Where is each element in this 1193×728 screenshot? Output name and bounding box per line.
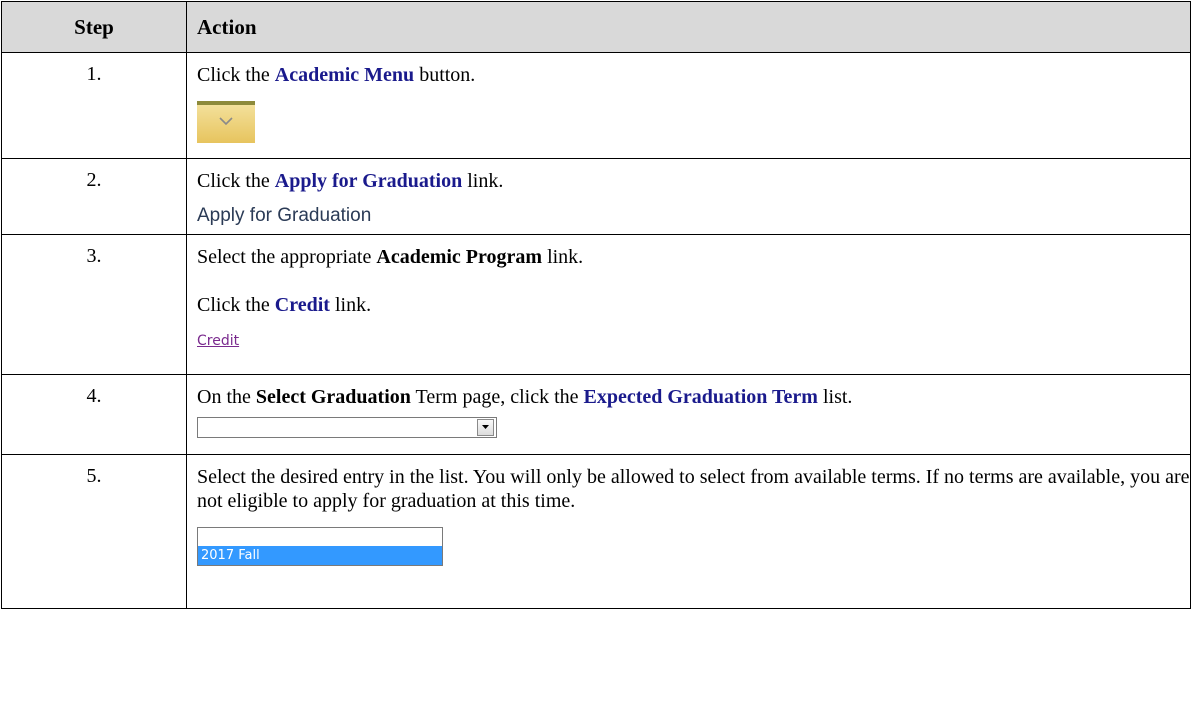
- expected-graduation-term-dropdown[interactable]: [197, 417, 497, 438]
- instruction-part: On the: [197, 386, 256, 408]
- header-step: Step: [1, 1, 187, 53]
- step-number: 4.: [1, 374, 187, 455]
- instruction-part: Term page, click the: [410, 386, 584, 408]
- instruction-text: Click the Academic Menu button.: [197, 63, 1190, 87]
- step-number: 3.: [1, 234, 187, 375]
- instruction-part: link.: [462, 170, 504, 192]
- instruction-part: link.: [542, 246, 584, 268]
- credit-term: Credit: [274, 294, 330, 316]
- select-graduation-term: Select Graduation: [255, 386, 411, 408]
- table-row: 1. Click the Academic Menu button.: [1, 52, 1191, 159]
- expected-graduation-term-label: Expected Graduation Term: [583, 386, 818, 408]
- list-item[interactable]: [198, 528, 442, 546]
- instruction-part: link.: [329, 294, 372, 316]
- table-row: 2. Click the Apply for Graduation link. …: [1, 158, 1191, 235]
- instruction-part: Click the: [197, 170, 275, 192]
- list-item-selected[interactable]: 2017 Fall: [198, 546, 442, 565]
- chevron-down-icon: [219, 117, 233, 126]
- instruction-part: list.: [817, 386, 853, 408]
- instruction-part: button.: [414, 64, 476, 86]
- step-action: Click the Apply for Graduation link. App…: [186, 158, 1191, 235]
- academic-program-term: Academic Program: [376, 246, 543, 268]
- instruction-text: Click the Credit link.: [197, 293, 1190, 317]
- apply-for-graduation-link[interactable]: Apply for Graduation: [197, 204, 1190, 228]
- step-number: 1.: [1, 52, 187, 159]
- header-action: Action: [186, 1, 1191, 53]
- instruction-text: Select the desired entry in the list. Yo…: [197, 466, 1190, 512]
- instruction-text: Click the Apply for Graduation link.: [197, 169, 1190, 193]
- procedure-table: Step Action 1. Click the Academic Menu b…: [1, 1, 1191, 609]
- academic-menu-button[interactable]: [197, 101, 255, 143]
- step-action: On the Select Graduation Term page, clic…: [186, 374, 1191, 455]
- apply-for-graduation-term: Apply for Graduation: [274, 170, 463, 192]
- instruction-part: Select the appropriate: [197, 246, 377, 268]
- graduation-term-listbox[interactable]: 2017 Fall: [197, 527, 443, 566]
- step-action: Click the Academic Menu button.: [186, 52, 1191, 159]
- table-row: 4. On the Select Graduation Term page, c…: [1, 374, 1191, 455]
- caret-down-icon: [482, 425, 489, 429]
- credit-link[interactable]: Credit: [197, 329, 239, 353]
- instruction-part: Click the: [197, 294, 275, 316]
- instruction-text: On the Select Graduation Term page, clic…: [197, 385, 1190, 409]
- table-row: 3. Select the appropriate Academic Progr…: [1, 234, 1191, 375]
- instruction-text: Select the appropriate Academic Program …: [197, 245, 1190, 269]
- table-row: 5. Select the desired entry in the list.…: [1, 454, 1191, 609]
- step-action: Select the desired entry in the list. Yo…: [186, 454, 1191, 609]
- step-number: 5.: [1, 454, 187, 609]
- instruction-part: Click the: [197, 64, 275, 86]
- step-number: 2.: [1, 158, 187, 235]
- table-header-row: Step Action: [1, 1, 1191, 53]
- academic-menu-term: Academic Menu: [274, 64, 415, 86]
- step-action: Select the appropriate Academic Program …: [186, 234, 1191, 375]
- dropdown-arrow-button[interactable]: [477, 419, 494, 436]
